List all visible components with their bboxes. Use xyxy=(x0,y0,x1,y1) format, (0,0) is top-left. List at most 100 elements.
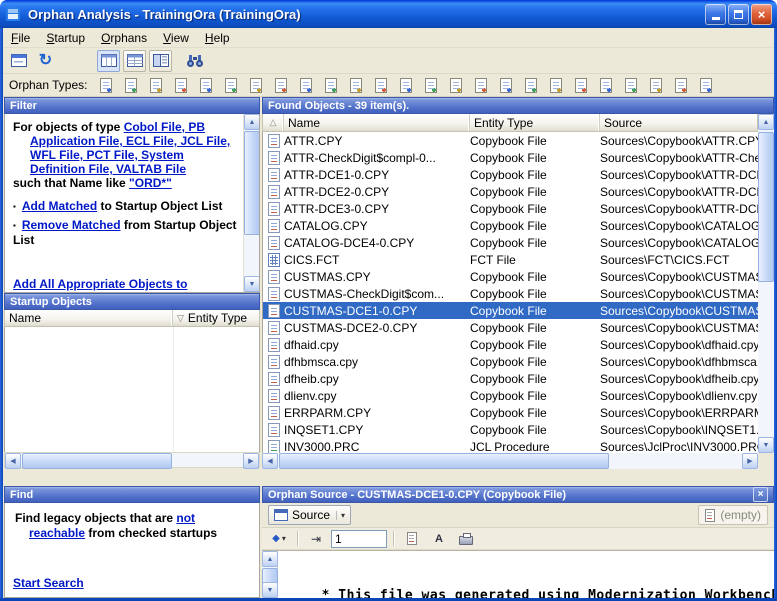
orphan-type-icon[interactable] xyxy=(496,75,517,95)
found-objects-hscrollbar[interactable]: ◀ ▶ xyxy=(262,453,758,469)
scroll-thumb[interactable] xyxy=(22,453,172,469)
orphan-type-icon[interactable] xyxy=(671,75,692,95)
found-col-name[interactable]: Name xyxy=(284,114,470,131)
table-row[interactable]: ATTR-DCE3-0.CPY Copybook File Sources\Co… xyxy=(263,200,758,217)
details-view-icon[interactable] xyxy=(97,50,120,72)
table-row[interactable]: INV3000.PRC JCL Procedure Sources\JclPro… xyxy=(263,438,758,453)
orphan-type-icon[interactable] xyxy=(396,75,417,95)
orphan-type-icon[interactable] xyxy=(246,75,267,95)
startup-col-entity-type[interactable]: ▽Entity Type xyxy=(173,310,259,326)
table-row[interactable]: dlienv.cpy Copybook File Sources\Copyboo… xyxy=(263,387,758,404)
table-row[interactable]: ATTR-DCE1-0.CPY Copybook File Sources\Co… xyxy=(263,166,758,183)
orphan-type-icon[interactable] xyxy=(696,75,717,95)
print-icon[interactable] xyxy=(454,530,478,548)
orphan-type-icon[interactable] xyxy=(321,75,342,95)
source-view-button[interactable]: Source ▾ xyxy=(268,505,351,525)
orphan-type-icon[interactable] xyxy=(146,75,167,95)
add-matched-link[interactable]: Add Matched xyxy=(22,199,97,213)
split-view-icon[interactable] xyxy=(149,50,172,72)
filter-panel-header[interactable]: Filter xyxy=(4,97,260,114)
startup-objects-list[interactable] xyxy=(4,327,260,452)
menu-startup[interactable]: Startup xyxy=(38,29,93,47)
orphan-type-icon[interactable] xyxy=(121,75,142,95)
orphan-type-icon[interactable] xyxy=(371,75,392,95)
orphan-type-icon[interactable] xyxy=(446,75,467,95)
orphan-type-icon[interactable] xyxy=(521,75,542,95)
filter-pattern-link[interactable]: "ORD*" xyxy=(129,176,172,190)
table-row[interactable]: ATTR-DCE2-0.CPY Copybook File Sources\Co… xyxy=(263,183,758,200)
refresh-icon[interactable]: ↻ xyxy=(34,50,57,72)
orphan-type-icon[interactable] xyxy=(546,75,567,95)
orphan-source-panel-header[interactable]: Orphan Source - CUSTMAS-DCE1-0.CPY (Copy… xyxy=(262,486,774,503)
close-button[interactable]: × xyxy=(751,4,772,25)
panel-close-icon[interactable]: × xyxy=(753,487,768,502)
font-size-icon[interactable]: A xyxy=(427,530,451,548)
menu-file[interactable]: File xyxy=(3,29,38,47)
minimize-button[interactable] xyxy=(705,4,726,25)
table-row[interactable]: ATTR.CPY Copybook File Sources\Copybook\… xyxy=(263,132,758,149)
page-setup-icon[interactable] xyxy=(400,530,424,548)
orphan-type-icon[interactable] xyxy=(646,75,667,95)
table-row[interactable]: dfhaid.cpy Copybook File Sources\Copyboo… xyxy=(263,336,758,353)
scroll-left-icon[interactable]: ◀ xyxy=(262,453,278,469)
line-number-input[interactable] xyxy=(331,530,387,548)
table-row[interactable]: CICS.FCT FCT File Sources\FCT\CICS.FCT xyxy=(263,251,758,268)
filter-scrollbar[interactable]: ▲ ▼ xyxy=(243,114,259,292)
table-row[interactable]: CATALOG.CPY Copybook File Sources\Copybo… xyxy=(263,217,758,234)
found-col-sort[interactable]: △ xyxy=(263,114,284,131)
orphan-type-icon[interactable] xyxy=(421,75,442,95)
context-selector[interactable]: (empty) xyxy=(698,505,768,525)
scroll-up-icon[interactable]: ▲ xyxy=(244,114,260,130)
remove-matched-link[interactable]: Remove Matched xyxy=(22,218,121,232)
titlebar[interactable]: Orphan Analysis - TrainingOra (TrainingO… xyxy=(0,0,777,28)
scroll-down-icon[interactable]: ▼ xyxy=(244,276,260,292)
scroll-thumb[interactable] xyxy=(279,453,609,469)
orphan-type-icon[interactable] xyxy=(296,75,317,95)
orphan-type-icon[interactable] xyxy=(596,75,617,95)
orphan-type-icon[interactable] xyxy=(346,75,367,95)
binoculars-icon[interactable] xyxy=(183,50,206,72)
source-code-view[interactable]: ▲ ▼ * This file was generated using Mode… xyxy=(262,550,774,598)
table-row[interactable]: ATTR-CheckDigit$compl-0... Copybook File… xyxy=(263,149,758,166)
scroll-right-icon[interactable]: ▶ xyxy=(742,453,758,469)
start-search-link[interactable]: Start Search xyxy=(13,576,84,590)
scroll-left-icon[interactable]: ◀ xyxy=(5,453,21,469)
orphan-type-icon[interactable] xyxy=(221,75,242,95)
add-all-link[interactable]: Add All Appropriate Objects to xyxy=(13,277,187,291)
table-row[interactable]: CUSTMAS-DCE1-0.CPY Copybook File Sources… xyxy=(263,302,758,319)
startup-objects-hscrollbar[interactable]: ◀ ▶ xyxy=(4,452,260,468)
table-row[interactable]: dfhbmsca.cpy Copybook File Sources\Copyb… xyxy=(263,353,758,370)
orphan-type-icon[interactable] xyxy=(621,75,642,95)
table-row[interactable]: CUSTMAS.CPY Copybook File Sources\Copybo… xyxy=(263,268,758,285)
scroll-thumb[interactable] xyxy=(244,131,260,235)
scroll-up-icon[interactable]: ▲ xyxy=(758,114,774,130)
maximize-button[interactable] xyxy=(728,4,749,25)
menu-view[interactable]: View xyxy=(155,29,197,47)
menu-help[interactable]: Help xyxy=(197,29,238,47)
scroll-down-icon[interactable]: ▼ xyxy=(262,582,278,598)
project-window-icon[interactable] xyxy=(8,50,31,72)
source-vscrollbar[interactable]: ▲ ▼ xyxy=(262,551,278,598)
table-row[interactable]: CUSTMAS-DCE2-0.CPY Copybook File Sources… xyxy=(263,319,758,336)
view-mode-dropdown[interactable]: ◆▾ xyxy=(267,530,291,548)
table-row[interactable]: CUSTMAS-CheckDigit$com... Copybook File … xyxy=(263,285,758,302)
table-row[interactable]: CATALOG-DCE4-0.CPY Copybook File Sources… xyxy=(263,234,758,251)
scroll-right-icon[interactable]: ▶ xyxy=(243,453,259,469)
table-row[interactable]: INQSET1.CPY Copybook File Sources\Copybo… xyxy=(263,421,758,438)
orphan-type-icon[interactable] xyxy=(96,75,117,95)
orphan-type-icon[interactable] xyxy=(171,75,192,95)
scroll-up-icon[interactable]: ▲ xyxy=(262,551,278,567)
startup-objects-panel-header[interactable]: Startup Objects xyxy=(4,293,260,310)
found-col-entity-type[interactable]: Entity Type xyxy=(470,114,600,131)
menu-orphans[interactable]: Orphans xyxy=(93,29,155,47)
orphan-type-icon[interactable] xyxy=(571,75,592,95)
table-row[interactable]: ERRPARM.CPY Copybook File Sources\Copybo… xyxy=(263,404,758,421)
goto-line-icon[interactable]: ⇥ xyxy=(304,530,328,548)
found-objects-panel-header[interactable]: Found Objects - 39 item(s). xyxy=(262,97,774,114)
orphan-type-icon[interactable] xyxy=(271,75,292,95)
orphan-type-icon[interactable] xyxy=(471,75,492,95)
found-col-source[interactable]: Source xyxy=(600,114,757,131)
startup-col-name[interactable]: Name xyxy=(5,310,173,326)
scroll-thumb[interactable] xyxy=(758,132,774,282)
find-panel-header[interactable]: Find xyxy=(4,486,260,503)
